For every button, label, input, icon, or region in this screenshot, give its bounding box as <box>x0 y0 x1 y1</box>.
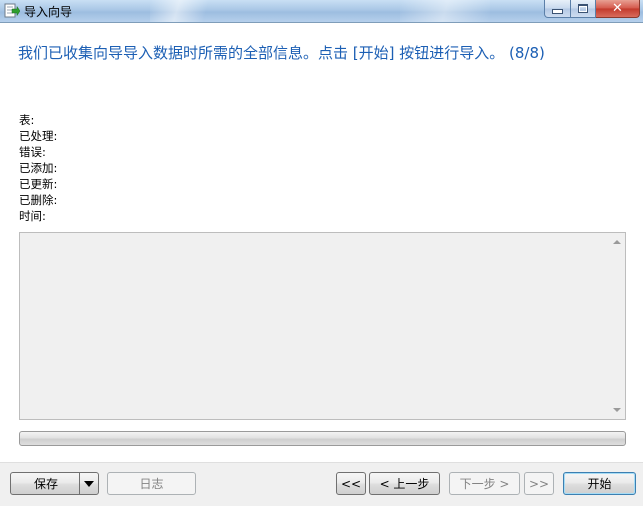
stat-table-label: 表: <box>19 113 35 127</box>
save-button-label: 保存 <box>33 477 58 491</box>
chevron-down-icon <box>84 480 94 487</box>
stat-errors-label: 错误: <box>19 145 46 159</box>
close-button[interactable]: ✕ <box>596 0 640 18</box>
save-dropdown-arrow[interactable] <box>79 473 98 494</box>
stat-updated-label: 已更新: <box>19 177 58 191</box>
window-title: 导入向导 <box>24 5 73 19</box>
next-step-button[interactable]: 下一步 > <box>449 472 520 495</box>
maximize-button[interactable] <box>571 0 596 18</box>
log-scrollbar[interactable] <box>609 233 625 419</box>
import-stats: 表: 已处理: 错误: 已添加: 已更新: 已删除: 时间: <box>19 112 57 224</box>
maximize-icon <box>578 4 588 13</box>
minimize-button[interactable] <box>544 0 571 18</box>
save-split-button[interactable]: 保存 <box>10 472 99 495</box>
stat-added-label: 已添加: <box>19 161 58 175</box>
wizard-button-bar: 保存 日志 << < 上一步 下一步 > >> 开始 <box>0 462 643 506</box>
last-step-button[interactable]: >> <box>524 472 554 495</box>
title-bar[interactable]: 导入向导 ✕ <box>0 0 643 23</box>
import-wizard-icon <box>4 3 21 19</box>
wizard-step-heading: 我们已收集向导导入数据时所需的全部信息。点击 [开始] 按钮进行导入。 (8/8… <box>18 44 545 62</box>
first-step-button[interactable]: << <box>336 472 366 495</box>
import-progress-bar <box>19 431 626 446</box>
stat-time-label: 时间: <box>19 209 46 223</box>
previous-step-button[interactable]: < 上一步 <box>369 472 440 495</box>
log-button[interactable]: 日志 <box>107 472 196 495</box>
log-textarea[interactable] <box>19 232 626 420</box>
scroll-up-icon[interactable] <box>613 240 621 244</box>
scroll-down-icon[interactable] <box>613 408 621 412</box>
stat-processed-label: 已处理: <box>19 129 58 143</box>
start-button[interactable]: 开始 <box>563 472 636 495</box>
close-icon: ✕ <box>612 1 623 16</box>
minimize-icon <box>552 9 563 14</box>
stat-deleted-label: 已删除: <box>19 193 58 207</box>
